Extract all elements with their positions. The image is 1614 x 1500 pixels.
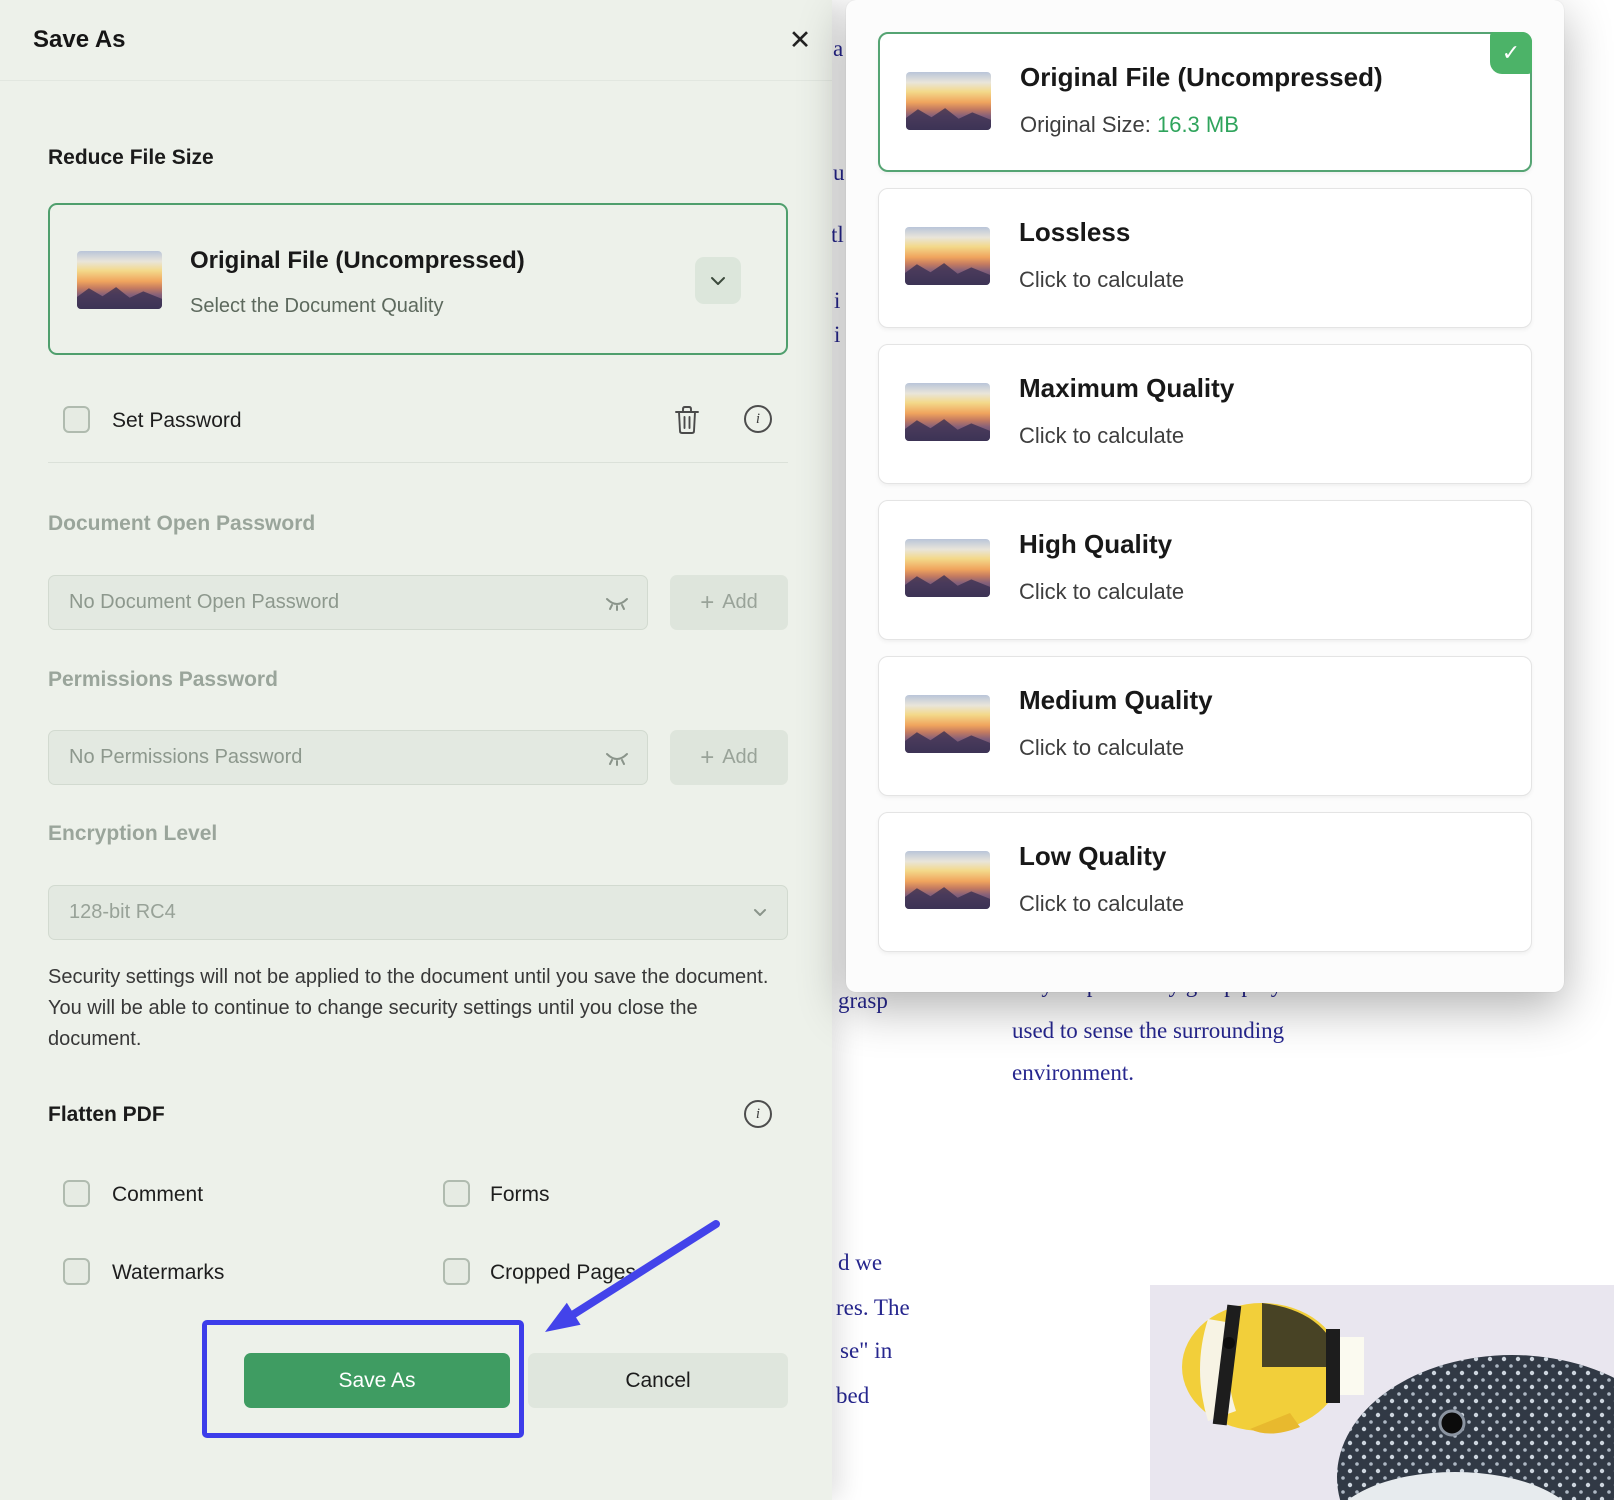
doc-text-fragment: u (833, 160, 845, 186)
quality-thumbnail (905, 383, 990, 441)
plus-icon: + (700, 746, 714, 770)
save-as-button[interactable]: Save As (244, 1353, 510, 1408)
quality-option-subtitle: Click to calculate (1019, 735, 1184, 761)
cropped-pages-checkbox[interactable] (443, 1258, 470, 1285)
doc-open-password-label: Document Open Password (48, 512, 315, 536)
doc-text-fragment: bed (836, 1383, 869, 1409)
permissions-password-field[interactable] (48, 730, 648, 785)
set-password-row: Set Password i (0, 398, 832, 448)
original-size-value: 16.3 MB (1157, 112, 1239, 137)
quality-option-title: Low Quality (1019, 841, 1166, 872)
set-password-label: Set Password (112, 409, 242, 433)
permissions-password-label: Permissions Password (48, 668, 278, 692)
permissions-password-input[interactable] (49, 731, 647, 784)
encryption-level-label: Encryption Level (48, 822, 217, 846)
quality-dropdown-menu: Original File (Uncompressed) Original Si… (846, 0, 1564, 992)
quality-option-subtitle: Click to calculate (1019, 891, 1184, 917)
flatten-options-row: Comment Forms (0, 1180, 832, 1210)
comment-label: Comment (112, 1183, 203, 1207)
security-note: Security settings will not be applied to… (48, 962, 786, 1056)
watermarks-label: Watermarks (112, 1261, 224, 1285)
section-divider (48, 462, 788, 463)
quality-thumbnail (905, 695, 990, 753)
eye-closed-icon[interactable] (605, 596, 629, 612)
quality-dropdown-button[interactable] (695, 257, 741, 304)
quality-option-subtitle: Click to calculate (1019, 423, 1184, 449)
comment-checkbox[interactable] (63, 1180, 90, 1207)
cropped-pages-label: Cropped Pages (490, 1261, 636, 1285)
chevron-down-icon (710, 276, 726, 286)
add-button-label: Add (722, 746, 758, 769)
quality-option-title: Original File (Uncompressed) (1020, 62, 1383, 93)
doc-text-line: used to sense the surrounding (1012, 1018, 1284, 1044)
selected-check-badge: ✓ (1490, 32, 1532, 74)
doc-text-fragment: se" in (840, 1338, 892, 1364)
forms-checkbox[interactable] (443, 1180, 470, 1207)
document-thumbnail (77, 251, 162, 309)
eye-closed-icon[interactable] (605, 751, 629, 767)
info-icon[interactable]: i (744, 1100, 772, 1128)
quality-thumbnail (906, 72, 991, 130)
doc-open-password-field[interactable] (48, 575, 648, 630)
quality-selector-box[interactable]: Original File (Uncompressed) Select the … (48, 203, 788, 355)
add-doc-open-password-button[interactable]: + Add (670, 575, 788, 630)
doc-open-password-input[interactable] (49, 576, 647, 629)
quality-thumbnail (905, 851, 990, 909)
quality-option-subtitle: Click to calculate (1019, 267, 1184, 293)
screenshot-stage: a u tl i i grasp d we res. The se" in be… (0, 0, 1614, 1500)
dialog-title: Save As (33, 26, 126, 54)
forms-label: Forms (490, 1183, 550, 1207)
info-icon[interactable]: i (744, 405, 772, 433)
quality-option-low[interactable]: Low Quality Click to calculate (878, 812, 1532, 952)
doc-text-fragment: d we (838, 1250, 882, 1276)
quality-option-title: Maximum Quality (1019, 373, 1234, 404)
cancel-button[interactable]: Cancel (528, 1353, 788, 1408)
reduce-file-size-heading: Reduce File Size (48, 146, 214, 170)
doc-text-fragment: res. The (836, 1295, 910, 1321)
encryption-level-value: 128-bit RC4 (69, 901, 176, 924)
header-divider (0, 80, 832, 81)
trash-icon[interactable] (672, 404, 702, 436)
quality-option-lossless[interactable]: Lossless Click to calculate (878, 188, 1532, 328)
original-size-label: Original Size: (1020, 112, 1151, 137)
quality-option-medium[interactable]: Medium Quality Click to calculate (878, 656, 1532, 796)
doc-text-fragment: i (834, 288, 840, 314)
encryption-level-select[interactable]: 128-bit RC4 (48, 885, 788, 940)
doc-text-line: environment. (1012, 1060, 1134, 1086)
quality-option-title: Lossless (1019, 217, 1130, 248)
quality-thumbnail (905, 227, 990, 285)
watermarks-checkbox[interactable] (63, 1258, 90, 1285)
flatten-options-row: Watermarks Cropped Pages (0, 1258, 832, 1288)
doc-text-fragment: a (833, 36, 843, 62)
fish-photo-image (1150, 1285, 1614, 1500)
quality-option-subtitle: Original Size: 16.3 MB (1020, 112, 1239, 138)
quality-option-original[interactable]: Original File (Uncompressed) Original Si… (878, 32, 1532, 172)
quality-option-subtitle: Click to calculate (1019, 579, 1184, 605)
flatten-pdf-heading: Flatten PDF (48, 1103, 165, 1127)
close-icon[interactable]: ✕ (782, 22, 818, 58)
save-as-dialog: Save As ✕ Reduce File Size Original File… (0, 0, 832, 1500)
quality-thumbnail (905, 539, 990, 597)
chevron-down-icon (753, 908, 767, 917)
doc-text-fragment: i (834, 322, 840, 348)
quality-option-high[interactable]: High Quality Click to calculate (878, 500, 1532, 640)
quality-option-title: Medium Quality (1019, 685, 1213, 716)
selected-quality-subtitle: Select the Document Quality (190, 295, 443, 318)
doc-text-fragment: tl (831, 222, 844, 248)
check-icon: ✓ (1502, 40, 1520, 66)
plus-icon: + (700, 591, 714, 615)
add-button-label: Add (722, 591, 758, 614)
quality-option-title: High Quality (1019, 529, 1172, 560)
add-permissions-password-button[interactable]: + Add (670, 730, 788, 785)
selected-quality-title: Original File (Uncompressed) (190, 247, 525, 275)
set-password-checkbox[interactable] (63, 406, 90, 433)
quality-option-maximum[interactable]: Maximum Quality Click to calculate (878, 344, 1532, 484)
